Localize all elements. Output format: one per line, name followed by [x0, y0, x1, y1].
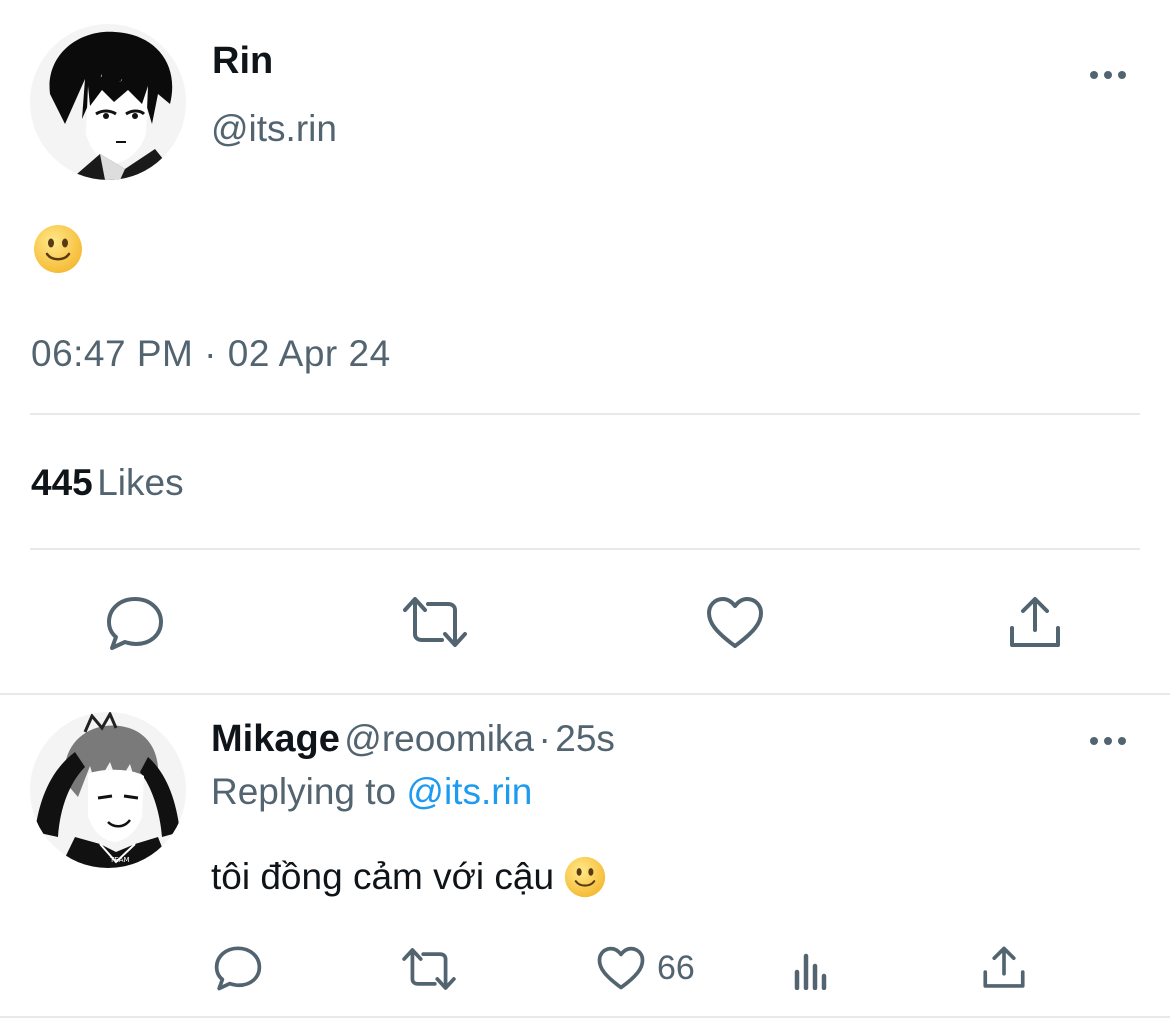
author-name[interactable]: Rin: [212, 40, 273, 83]
reply-share-button[interactable]: [982, 946, 1026, 990]
divider: [30, 548, 1140, 550]
svg-text:TEAM: TEAM: [109, 856, 130, 864]
reply-like-button[interactable]: 66: [597, 946, 695, 991]
share-icon: [983, 946, 1025, 988]
views-icon: [794, 953, 827, 990]
slightly-smiling-face-icon: [564, 856, 606, 898]
more-dot-icon: [1090, 737, 1098, 745]
reply-like-count: 66: [657, 949, 695, 987]
divider: [0, 693, 1170, 695]
likes-count: 445: [31, 462, 93, 503]
reply-header: Mikage @reoomika · 25s: [211, 718, 615, 761]
more-dot-icon: [1118, 737, 1126, 745]
like-icon: [707, 597, 763, 648]
divider: [30, 413, 1140, 415]
reply-retweet-button[interactable]: [400, 947, 458, 991]
share-button[interactable]: [1008, 596, 1062, 650]
retweet-icon: [403, 597, 467, 647]
reply-time-ago[interactable]: 25s: [555, 718, 615, 759]
slightly-smiling-face-icon: [33, 224, 83, 274]
reply-author-name[interactable]: Mikage: [211, 718, 340, 760]
replying-to-link[interactable]: @its.rin: [406, 771, 532, 812]
more-dot-icon: [1118, 71, 1126, 79]
more-dot-icon: [1090, 71, 1098, 79]
author-handle[interactable]: @its.rin: [211, 108, 337, 150]
reply-icon: [214, 946, 262, 991]
reply-views-button[interactable]: [793, 950, 833, 990]
likes-stat[interactable]: 445 Likes: [31, 462, 184, 504]
retweet-icon: [402, 948, 456, 990]
divider: [0, 1016, 1170, 1018]
reply-author-handle[interactable]: @reoomika: [344, 718, 534, 759]
replying-to-line: Replying to @its.rin: [211, 771, 532, 813]
tweet-timestamp[interactable]: 06:47 PM · 02 Apr 24: [31, 333, 391, 375]
replying-to-label: Replying to: [211, 771, 397, 812]
reply-reply-button[interactable]: [214, 945, 262, 991]
share-icon: [1010, 597, 1060, 647]
reply-icon: [107, 597, 163, 650]
like-button[interactable]: [706, 596, 764, 650]
reply-author-avatar[interactable]: TEAM: [30, 712, 186, 868]
reply-meta-separator: ·: [538, 718, 551, 759]
more-dot-icon: [1104, 737, 1112, 745]
author-avatar[interactable]: [30, 24, 186, 180]
reply-text: tôi đồng cảm với cậu: [211, 856, 555, 897]
retweet-button[interactable]: [400, 596, 470, 648]
more-dot-icon: [1104, 71, 1112, 79]
like-icon: [597, 946, 645, 990]
likes-label: Likes: [97, 462, 184, 503]
reply-body: tôi đồng cảm với cậu: [211, 856, 606, 898]
reply-button[interactable]: [106, 595, 164, 651]
more-options-button[interactable]: [1090, 71, 1126, 79]
reply-more-options-button[interactable]: [1090, 737, 1126, 745]
